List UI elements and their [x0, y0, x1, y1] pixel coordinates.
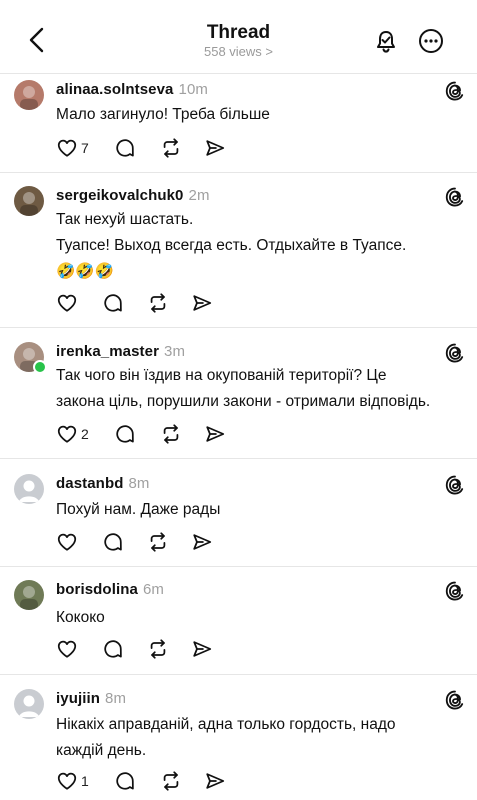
avatar[interactable]	[14, 474, 44, 504]
username[interactable]: borisdolina	[56, 581, 138, 598]
comment-button[interactable]	[114, 423, 136, 445]
timestamp: 8m	[105, 690, 127, 707]
threads-logo-icon[interactable]	[444, 186, 466, 208]
avatar[interactable]	[14, 580, 44, 610]
post-text: Мало загинуло! Треба більше	[56, 106, 270, 123]
post-text: Нікакіх апрaвданій, адна только гордость…	[56, 716, 396, 759]
username[interactable]: irenka_master	[56, 343, 159, 360]
avatar[interactable]	[14, 80, 44, 110]
like-button[interactable]: 7	[56, 137, 89, 159]
post-divider	[0, 674, 477, 675]
repost-icon	[147, 638, 169, 660]
repost-button[interactable]	[147, 531, 169, 553]
heart-icon	[56, 423, 78, 445]
heart-icon	[56, 638, 78, 660]
post-text: Похуй нам. Даже рады	[56, 501, 221, 518]
header-divider	[0, 73, 477, 74]
heart-icon	[56, 531, 78, 553]
repost-button[interactable]	[160, 423, 182, 445]
share-button[interactable]	[191, 638, 213, 660]
comment-button[interactable]	[102, 638, 124, 660]
comment-button[interactable]	[102, 292, 124, 314]
comment-icon	[102, 531, 124, 553]
post-text: Так нехуй шастать. Туапсе! Выход всегда …	[56, 211, 407, 280]
views-count-link[interactable]: 558 views >	[0, 44, 477, 59]
timestamp: 3m	[164, 343, 186, 360]
share-button[interactable]	[204, 770, 226, 792]
comment-icon	[114, 770, 136, 792]
repost-button[interactable]	[160, 770, 182, 792]
like-count: 2	[81, 426, 89, 442]
page-title: Thread	[206, 22, 271, 43]
heart-icon	[56, 137, 78, 159]
comment-icon	[102, 638, 124, 660]
comment-button[interactable]	[102, 531, 124, 553]
heart-icon	[56, 770, 78, 792]
repost-button[interactable]	[147, 638, 169, 660]
repost-icon	[147, 292, 169, 314]
repost-icon	[160, 423, 182, 445]
repost-button[interactable]	[160, 137, 182, 159]
post-text: Так чого він їздив на окупованій територ…	[56, 367, 431, 410]
share-icon	[204, 423, 226, 445]
more-options-icon[interactable]	[418, 28, 444, 54]
threads-logo-icon[interactable]	[444, 580, 466, 602]
share-button[interactable]	[204, 423, 226, 445]
comment-button[interactable]	[114, 137, 136, 159]
username[interactable]: alinaa.solntseva	[56, 81, 174, 98]
username-link[interactable]: irenka_master 3m	[56, 343, 185, 360]
share-icon	[191, 292, 213, 314]
share-icon	[204, 137, 226, 159]
like-button[interactable]: 2	[56, 423, 89, 445]
share-icon	[204, 770, 226, 792]
username[interactable]: iyujiin	[56, 690, 100, 707]
username-link[interactable]: alinaa.solntseva 10m	[56, 81, 208, 98]
bell-icon[interactable]	[373, 28, 399, 54]
username-link[interactable]: sergeikovalchuk0 2m	[56, 187, 210, 204]
comment-icon	[114, 137, 136, 159]
like-count: 1	[81, 773, 89, 789]
repost-icon	[160, 770, 182, 792]
like-button[interactable]	[56, 531, 78, 553]
timestamp: 10m	[178, 81, 208, 98]
share-button[interactable]	[191, 531, 213, 553]
comment-button[interactable]	[114, 770, 136, 792]
threads-logo-icon[interactable]	[444, 80, 466, 102]
thread-header: Thread 558 views >	[0, 0, 477, 72]
like-button[interactable]	[56, 638, 78, 660]
username-link[interactable]: borisdolina 6m	[56, 581, 164, 598]
post-divider	[0, 458, 477, 459]
comment-icon	[114, 423, 136, 445]
post-divider	[0, 172, 477, 173]
timestamp: 6m	[142, 581, 164, 598]
like-button[interactable]: 1	[56, 770, 89, 792]
username-link[interactable]: dastanbd 8m	[56, 475, 150, 492]
threads-logo-icon[interactable]	[444, 342, 466, 364]
threads-logo-icon[interactable]	[444, 474, 466, 496]
repost-button[interactable]	[147, 292, 169, 314]
username-link[interactable]: iyujiin 8m	[56, 690, 126, 707]
username[interactable]: dastanbd	[56, 475, 123, 492]
post-divider	[0, 327, 477, 328]
avatar[interactable]	[14, 689, 44, 719]
online-status-dot	[33, 360, 47, 374]
post-text: Кококо	[56, 609, 105, 626]
like-button[interactable]	[56, 292, 78, 314]
avatar[interactable]	[14, 186, 44, 216]
like-count: 7	[81, 140, 89, 156]
threads-logo-icon[interactable]	[444, 689, 466, 711]
timestamp: 2m	[188, 187, 210, 204]
share-button[interactable]	[204, 137, 226, 159]
username[interactable]: sergeikovalchuk0	[56, 187, 184, 204]
heart-icon	[56, 292, 78, 314]
repost-icon	[147, 531, 169, 553]
post-divider	[0, 566, 477, 567]
timestamp: 8m	[128, 475, 150, 492]
repost-icon	[160, 137, 182, 159]
share-button[interactable]	[191, 292, 213, 314]
comment-icon	[102, 292, 124, 314]
share-icon	[191, 638, 213, 660]
share-icon	[191, 531, 213, 553]
